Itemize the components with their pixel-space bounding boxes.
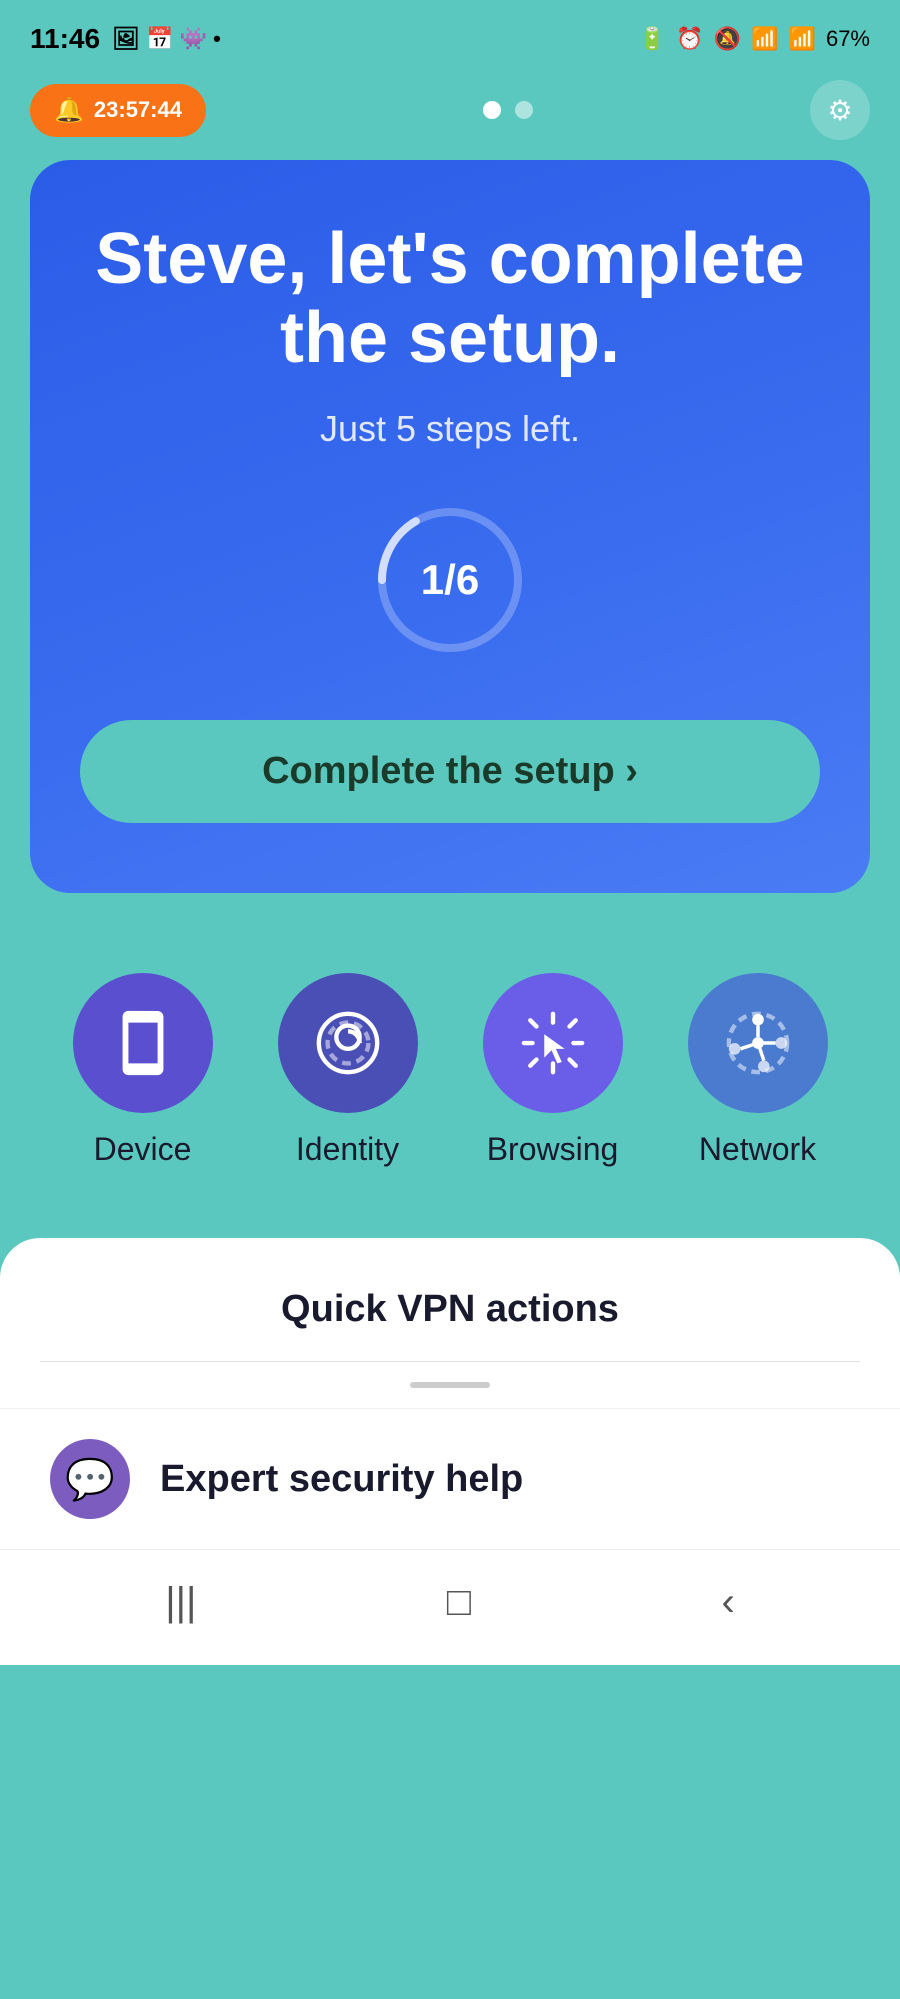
identity-icon [313,1008,383,1078]
back-button[interactable]: ‹ [691,1570,764,1635]
quick-vpn-section: Quick VPN actions [0,1238,900,1408]
notification-timer: 23:57:44 [94,97,182,123]
status-time: 11:46 🖼 📅 👾 • [30,23,221,55]
feature-network[interactable]: Network [688,973,828,1168]
menu-button[interactable]: ||| [135,1570,226,1635]
device-icon [108,1008,178,1078]
drag-handle[interactable] [410,1382,490,1388]
network-label: Network [699,1131,816,1168]
feature-device[interactable]: Device [73,973,213,1168]
expert-help-label: Expert security help [160,1458,523,1501]
quick-vpn-title: Quick VPN actions [40,1288,860,1331]
home-icon: □ [447,1580,471,1624]
signal-icon: 📶 [789,26,816,52]
card-subtitle: Just 5 steps left. [80,408,820,450]
battery-icon: 🔋 [639,26,666,52]
expert-icon-circle: 💬 [50,1439,130,1519]
network-icon [723,1008,793,1078]
features-grid: Device Identity [30,953,870,1188]
dot-1[interactable] [483,101,501,119]
device-icon-circle [73,973,213,1113]
status-bar: 11:46 🖼 📅 👾 • 🔋 ⏰ 🔕 📶 📶 67% [0,0,900,70]
menu-icon: ||| [165,1580,196,1624]
gear-icon: ⚙ [827,94,852,127]
network-icon-circle [688,973,828,1113]
features-section: Device Identity [0,933,900,1238]
bell-icon: 🔔 [54,96,84,125]
time-display: 11:46 [30,23,100,55]
chat-icon: 💬 [65,1456,115,1503]
bottom-nav: ||| □ ‹ [0,1549,900,1665]
card-title: Steve, let's complete the setup. [80,220,820,378]
status-icons-right: 🔋 ⏰ 🔕 📶 📶 67% [639,26,870,52]
progress-text: 1/6 [421,556,479,604]
settings-button[interactable]: ⚙ [810,80,870,140]
page-dots [206,101,810,119]
browsing-icon-circle [483,973,623,1113]
battery-percent: 67% [826,26,870,52]
status-icons: 🖼 📅 👾 • [112,26,221,52]
dot-2[interactable] [515,101,533,119]
header-nav: 🔔 23:57:44 ⚙ [0,70,900,160]
browsing-icon [518,1008,588,1078]
home-button[interactable]: □ [417,1570,501,1635]
main-card: Steve, let's complete the setup. Just 5 … [30,160,870,893]
mute-icon: 🔕 [714,26,741,52]
alarm-icon: ⏰ [676,26,703,52]
feature-browsing[interactable]: Browsing [483,973,623,1168]
wifi-icon: 📶 [751,26,778,52]
vpn-divider [40,1361,860,1362]
identity-label: Identity [296,1131,399,1168]
browsing-label: Browsing [487,1131,619,1168]
feature-identity[interactable]: Identity [278,973,418,1168]
progress-ring: 1/6 [370,500,530,660]
back-icon: ‹ [721,1580,734,1624]
complete-setup-button[interactable]: Complete the setup › [80,720,820,823]
identity-icon-circle [278,973,418,1113]
progress-ring-container: 1/6 [80,500,820,660]
device-label: Device [94,1131,192,1168]
notification-badge[interactable]: 🔔 23:57:44 [30,84,206,137]
expert-help-bar[interactable]: 💬 Expert security help [0,1408,900,1549]
